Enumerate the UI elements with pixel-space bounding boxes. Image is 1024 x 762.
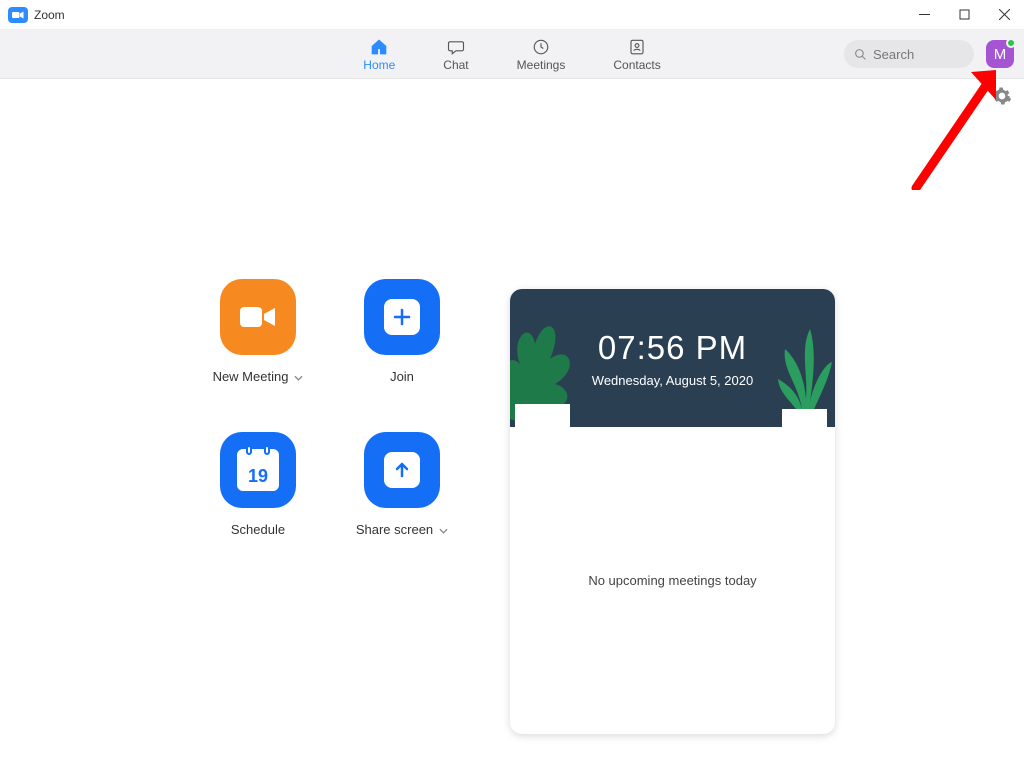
- panel-body: No upcoming meetings today: [510, 427, 835, 734]
- minimize-button[interactable]: [904, 0, 944, 30]
- avatar-initial: M: [994, 46, 1007, 63]
- clock-icon: [530, 37, 552, 57]
- search-placeholder: Search: [873, 47, 914, 62]
- zoom-app-icon: [8, 7, 28, 23]
- tab-home[interactable]: Home: [363, 37, 395, 72]
- calendar-day: 19: [248, 466, 268, 487]
- schedule-label: Schedule: [231, 522, 285, 537]
- current-time: 07:56 PM: [598, 329, 747, 367]
- home-icon: [368, 37, 390, 57]
- close-button[interactable]: [984, 0, 1024, 30]
- search-input[interactable]: Search: [844, 40, 974, 68]
- video-icon: [220, 279, 296, 355]
- tab-meetings-label: Meetings: [517, 58, 566, 72]
- maximize-button[interactable]: [944, 0, 984, 30]
- current-date: Wednesday, August 5, 2020: [592, 373, 753, 388]
- window-controls: [904, 0, 1024, 30]
- avatar[interactable]: M: [986, 40, 1014, 68]
- tab-home-label: Home: [363, 58, 395, 72]
- tab-meetings[interactable]: Meetings: [517, 37, 566, 72]
- presence-indicator: [1006, 38, 1016, 48]
- schedule-button[interactable]: 19 Schedule: [188, 432, 328, 537]
- tab-chat-label: Chat: [443, 58, 468, 72]
- calendar-icon: 19: [220, 432, 296, 508]
- plus-icon: [364, 279, 440, 355]
- plant-decoration-icon: [510, 309, 590, 427]
- plant-decoration-icon: [770, 314, 835, 427]
- chevron-down-icon[interactable]: [439, 522, 448, 537]
- tab-chat[interactable]: Chat: [443, 37, 468, 72]
- tab-contacts-label: Contacts: [613, 58, 660, 72]
- share-screen-button[interactable]: Share screen: [332, 432, 472, 537]
- search-icon: [854, 48, 867, 61]
- top-nav: Home Chat Meetings Contacts Search M: [0, 30, 1024, 79]
- new-meeting-button[interactable]: New Meeting: [188, 279, 328, 384]
- new-meeting-label: New Meeting: [213, 369, 289, 384]
- contacts-icon: [626, 37, 648, 57]
- title-bar: Zoom: [0, 0, 1024, 30]
- share-up-icon: [364, 432, 440, 508]
- window-title: Zoom: [34, 8, 65, 22]
- chevron-down-icon[interactable]: [294, 369, 303, 384]
- chat-icon: [445, 37, 467, 57]
- share-screen-label: Share screen: [356, 522, 433, 537]
- no-meetings-text: No upcoming meetings today: [588, 573, 756, 588]
- main-content: New Meeting Join 19: [0, 79, 1024, 762]
- join-button[interactable]: Join: [332, 279, 472, 384]
- join-label: Join: [390, 369, 414, 384]
- panel-header: 07:56 PM Wednesday, August 5, 2020: [510, 289, 835, 427]
- tab-contacts[interactable]: Contacts: [613, 37, 660, 72]
- upcoming-panel: 07:56 PM Wednesday, August 5, 2020 No up…: [510, 289, 835, 734]
